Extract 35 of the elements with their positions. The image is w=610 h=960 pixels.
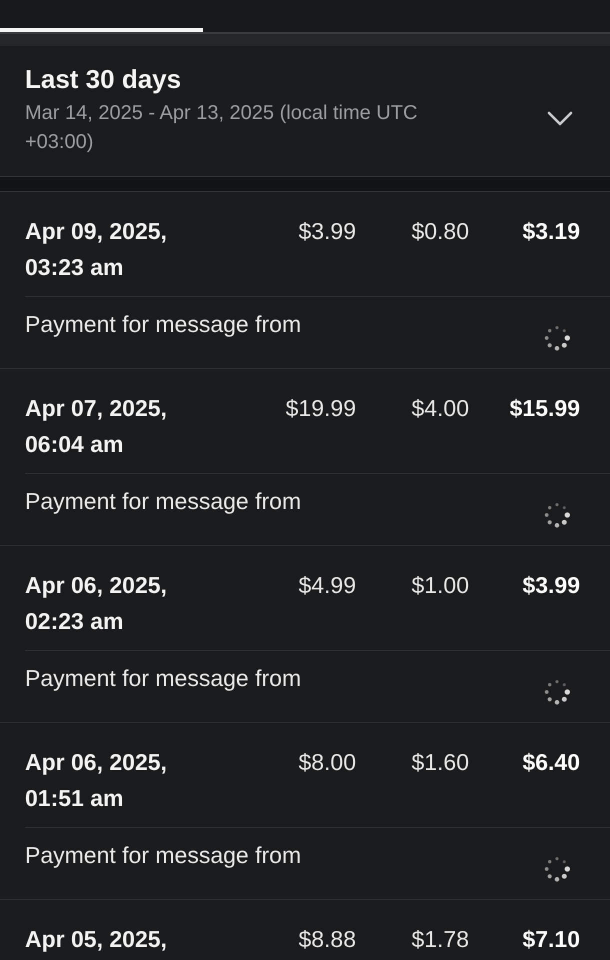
amount-text: $4.00 <box>411 394 469 423</box>
spinner-icon <box>544 856 570 882</box>
payment-description: Payment for message from <box>25 310 302 339</box>
amount-text: $4.99 <box>298 571 356 600</box>
spinner-icon <box>544 679 570 705</box>
transaction-date: Apr 09, 2025, <box>25 217 168 246</box>
amount-text: $3.99 <box>298 217 356 246</box>
payment-description: Payment for message from <box>25 487 302 516</box>
spinner-icon <box>544 325 570 351</box>
amount-text: $15.99 <box>510 394 580 423</box>
transaction-date: Apr 05, 2025, <box>25 925 168 954</box>
amount-text: $7.10 <box>522 925 580 954</box>
transaction-time: 01:51 am <box>25 784 124 813</box>
date-range: Mar 14, 2025 - Apr 13, 2025 (local time UTC +03:00) <box>25 101 418 155</box>
amount-text: $1.60 <box>411 748 469 777</box>
transaction-date: Apr 06, 2025, <box>25 748 168 777</box>
payment-description: Payment for message from <box>25 841 302 870</box>
amount-text: $8.88 <box>298 925 356 954</box>
amount-text: $1.00 <box>411 571 469 600</box>
period-title: Last 30 days <box>25 63 182 96</box>
amount-text: $3.99 <box>522 571 580 600</box>
transaction-date: Apr 06, 2025, <box>25 571 168 600</box>
amount-text: $0.80 <box>411 217 469 246</box>
transaction-time: 02:23 am <box>25 607 124 636</box>
amount-text: $3.19 <box>522 217 580 246</box>
amount-text: $6.40 <box>522 748 580 777</box>
transaction-date: Apr 07, 2025, <box>25 394 168 423</box>
spinner-icon <box>544 502 570 528</box>
payment-description: Payment for message from <box>25 664 302 693</box>
amount-text: $1.78 <box>411 925 469 954</box>
amount-text: $19.99 <box>286 394 356 423</box>
transaction-time: 06:04 am <box>25 430 124 459</box>
amount-text: $8.00 <box>298 748 356 777</box>
transaction-time: 03:23 am <box>25 253 124 282</box>
chevron-down-icon[interactable] <box>547 111 573 127</box>
